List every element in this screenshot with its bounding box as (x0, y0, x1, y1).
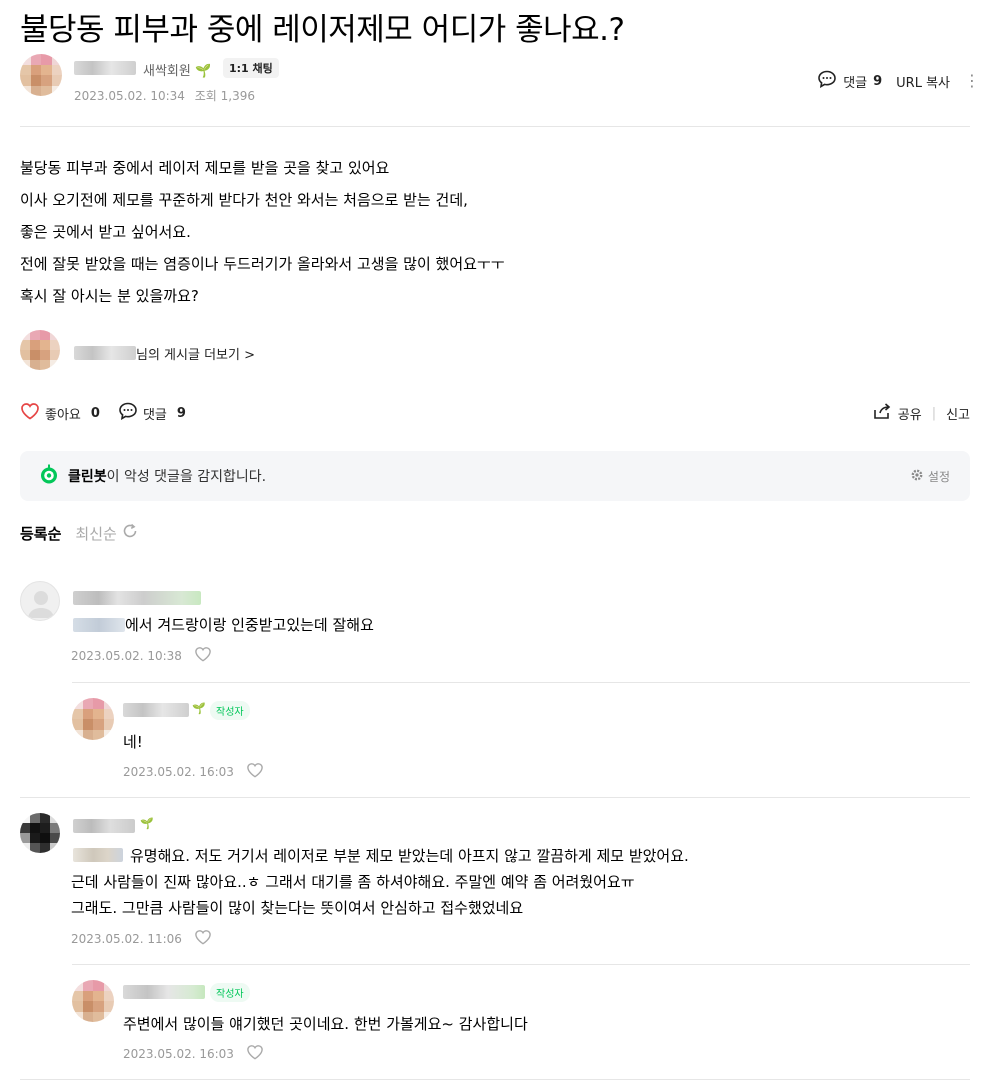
cleanbot-message: 클린봇이 악성 댓글을 감지합니다. (68, 469, 267, 485)
body-line: 혹시 잘 아시는 분 있을까요? (20, 287, 199, 305)
sort-tab-registered[interactable]: 등록순 (20, 523, 61, 544)
more-posts-link[interactable]: 님의 게시글 더보기 > (136, 344, 255, 363)
engagement-bar: 좋아요 0 댓글 9 (20, 402, 186, 424)
mention-blurred (73, 618, 125, 632)
heart-outline-icon[interactable] (246, 1044, 264, 1063)
reply-meta: 2023.05.02. 16:03 (123, 762, 264, 781)
more-options-icon[interactable]: ⋮ (964, 73, 980, 89)
heart-icon (20, 402, 40, 424)
author-avatar[interactable] (20, 54, 62, 96)
commenter-avatar[interactable] (20, 813, 60, 853)
comment-date: 2023.05.02. 11:06 (71, 931, 182, 946)
comment-icon (118, 402, 138, 424)
share-icon (872, 402, 892, 424)
gear-icon (910, 468, 924, 485)
heart-outline-icon[interactable] (194, 646, 212, 665)
comment-line: 유명해요. 저도 거기서 레이저로 부분 제모 받았는데 아프지 않고 깔끔하게… (130, 847, 689, 865)
reply-author-name[interactable] (123, 703, 189, 717)
sprout-icon: 🌱 (140, 817, 154, 830)
sort-tab-latest[interactable]: 최신순 (75, 522, 138, 544)
body-line: 좋은 곳에서 받고 싶어서요. (20, 223, 191, 241)
commenter-name[interactable] (73, 591, 201, 605)
header-divider (20, 126, 970, 127)
comment-text: 에서 겨드랑이랑 인중받고있는데 잘해요 (125, 616, 374, 634)
reply-author-avatar[interactable] (72, 980, 114, 1022)
author-grade: 새싹회원 🌱 (143, 64, 212, 79)
commenter-name[interactable] (73, 819, 135, 833)
comment-meta: 2023.05.02. 11:06 (71, 929, 212, 948)
share-report-bar: 공유 | 신고 (872, 402, 970, 424)
reply-text: 주변에서 많이들 얘기했던 곳이네요. 한번 가볼게요~ 감사합니다 (123, 1015, 528, 1033)
comment-divider (20, 1079, 970, 1080)
post-date: 2023.05.02. 10:34 (74, 89, 185, 103)
author-badge: 작성자 (210, 983, 250, 1002)
body-line: 전에 잘못 받았을 때는 염증이나 두드러기가 올라와서 고생을 많이 했어요ㅜ… (20, 255, 505, 273)
comment-button[interactable]: 댓글 9 (118, 402, 186, 424)
comment-divider (72, 682, 970, 683)
comment-icon (817, 70, 837, 92)
post-body: 불당동 피부과 중에서 레이저 제모를 받을 곳을 찾고 있어요 이사 오기전에… (20, 152, 920, 312)
comment-text: 유명해요. 저도 거기서 레이저로 부분 제모 받았는데 아프지 않고 깔끔하게… (71, 843, 689, 921)
comment-line: 그래도. 그만큼 사람들이 많이 찾는다는 뜻이여서 안심하고 접수했었네요 (71, 899, 524, 917)
default-profile-icon (28, 591, 54, 618)
author-badge: 작성자 (210, 701, 250, 720)
comment-divider (20, 797, 970, 798)
body-line: 이사 오기전에 제모를 꾸준하게 받다가 천안 와서는 처음으로 받는 건데, (20, 191, 468, 209)
reply-date: 2023.05.02. 16:03 (123, 1046, 234, 1061)
comments-link[interactable]: 댓글 9 (817, 70, 882, 92)
reply-author-name[interactable] (123, 985, 205, 999)
heart-outline-icon[interactable] (194, 929, 212, 948)
report-button[interactable]: 신고 (946, 404, 970, 423)
author-name[interactable] (74, 61, 136, 75)
chat-button[interactable]: 1:1 채팅 (223, 58, 279, 78)
divider-bar: | (931, 405, 937, 421)
cleanbot-icon (38, 464, 60, 488)
commenter-avatar[interactable] (20, 581, 60, 621)
comment-divider (72, 964, 970, 965)
post-top-actions: 댓글 9 URL 복사 ⋮ (817, 70, 980, 92)
reply-meta: 2023.05.02. 16:03 (123, 1044, 264, 1063)
post-meta: 2023.05.02. 10:34 조회 1,396 (74, 87, 255, 104)
post-title: 불당동 피부과 중에 레이저제모 어디가 좋나요.? (20, 12, 625, 48)
reply-author-avatar[interactable] (72, 698, 114, 740)
share-button[interactable]: 공유 (872, 402, 922, 424)
comment-meta: 2023.05.02. 10:38 (71, 646, 212, 665)
url-copy-button[interactable]: URL 복사 (896, 72, 950, 91)
body-line: 불당동 피부과 중에서 레이저 제모를 받을 곳을 찾고 있어요 (20, 159, 390, 177)
sprout-icon: 🌱 (194, 64, 212, 79)
reply-text: 네! (123, 733, 143, 751)
cleanbot-settings-button[interactable]: 설정 (910, 468, 950, 485)
author-name-small[interactable] (74, 346, 136, 360)
comment-sort-tabs: 등록순 최신순 (20, 522, 139, 544)
comment-date: 2023.05.02. 10:38 (71, 648, 182, 663)
heart-outline-icon[interactable] (246, 762, 264, 781)
sprout-icon: 🌱 (192, 702, 206, 715)
comment-line: 근데 사람들이 진짜 많아요..ㅎ 그래서 대기를 좀 하셔야해요. 주말엔 예… (71, 873, 635, 891)
post-views: 조회 1,396 (194, 89, 255, 103)
reply-date: 2023.05.02. 16:03 (123, 764, 234, 779)
refresh-icon (121, 522, 139, 544)
author-avatar-small[interactable] (20, 330, 60, 370)
like-button[interactable]: 좋아요 0 (20, 402, 100, 424)
cleanbot-banner: 클린봇이 악성 댓글을 감지합니다. 설정 (20, 451, 970, 501)
